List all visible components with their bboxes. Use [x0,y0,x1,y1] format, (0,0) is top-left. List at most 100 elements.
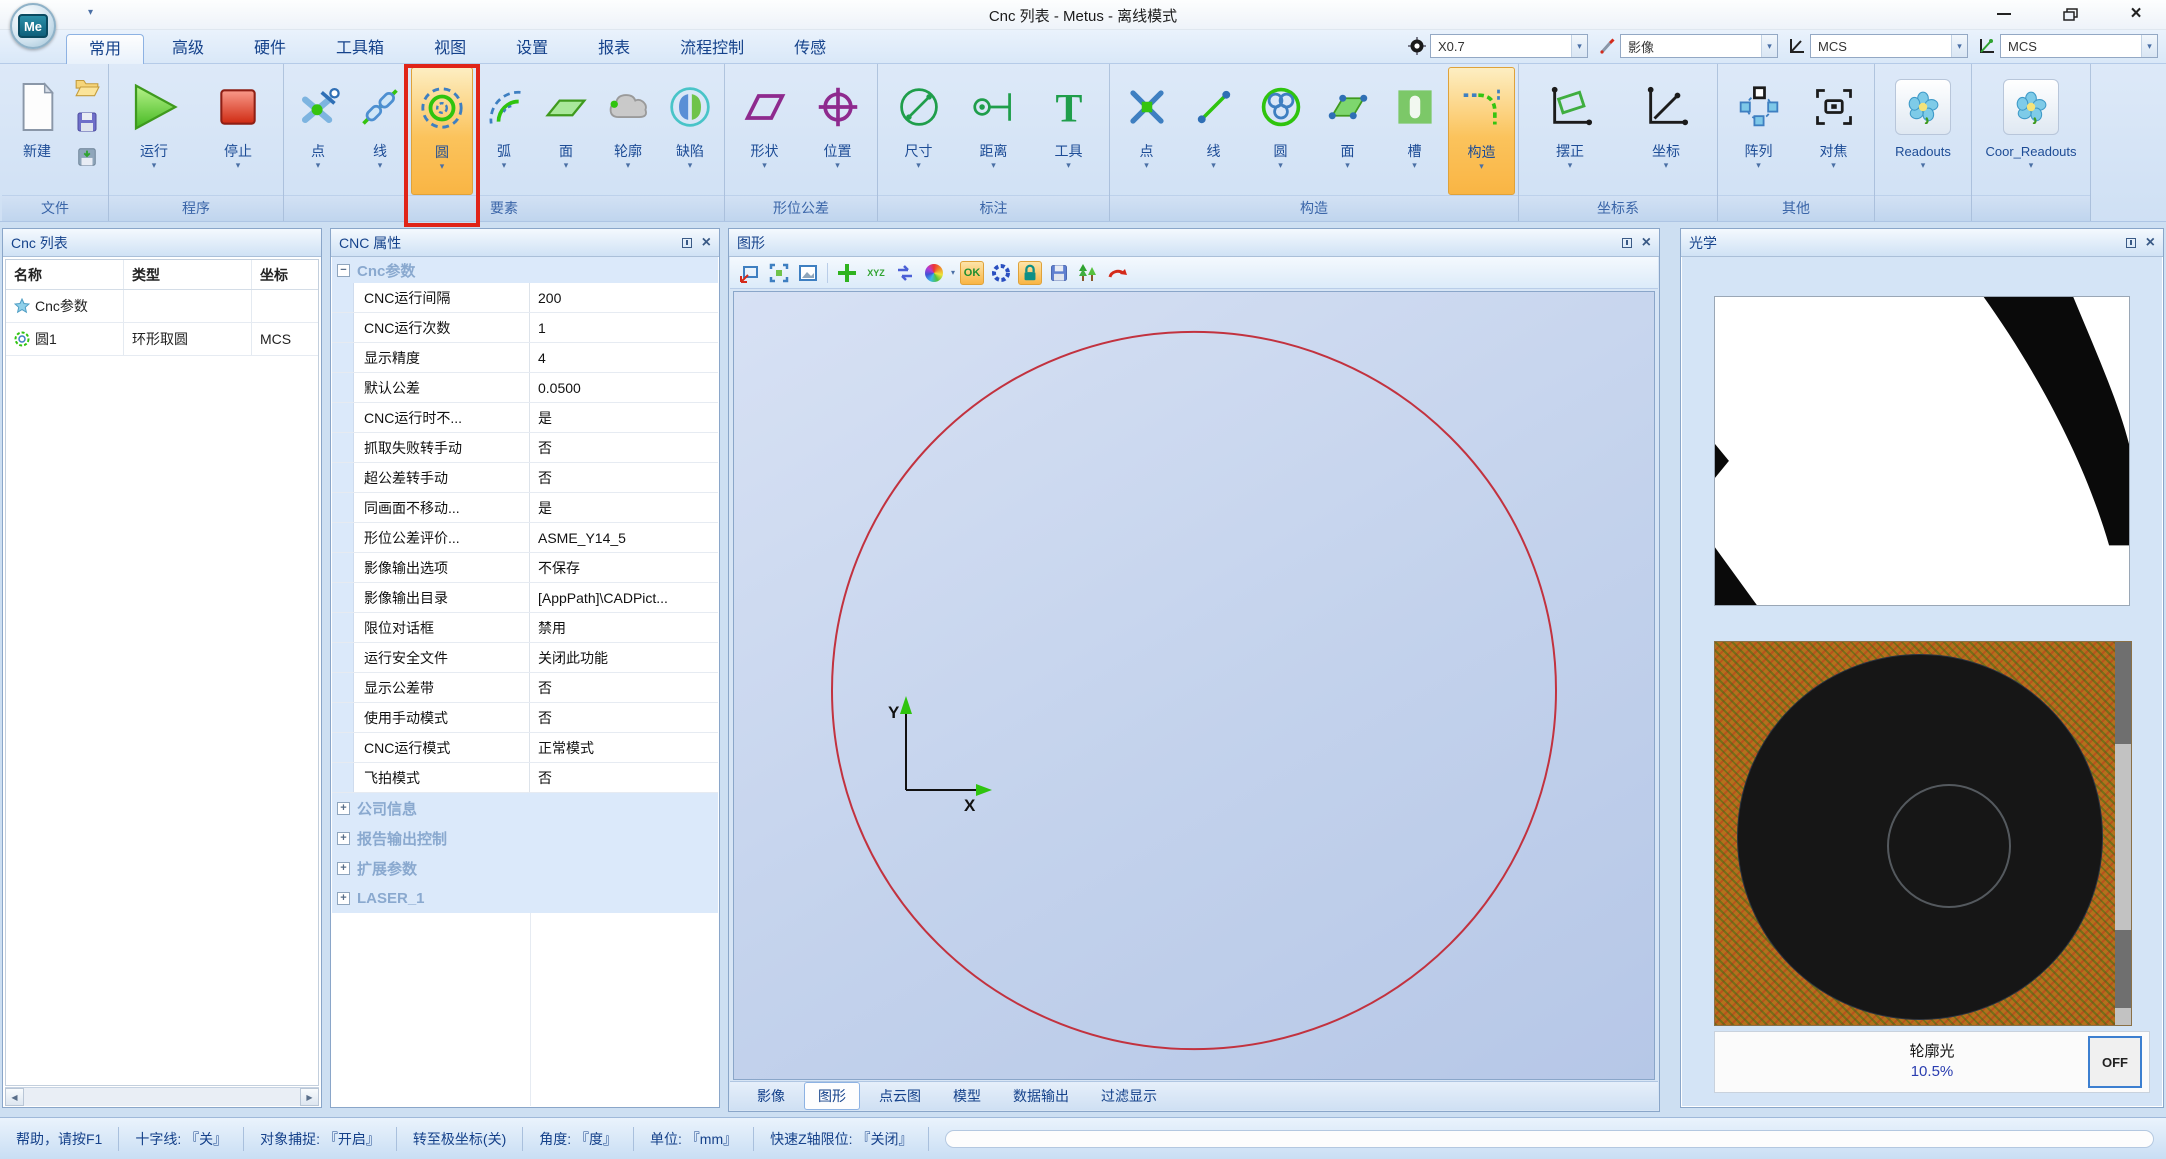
feature-arc-button[interactable]: 弧 ▾ [473,67,535,195]
tab-hardware[interactable]: 硬件 [232,34,308,64]
column-header-type[interactable]: 类型 [124,260,252,289]
run-button[interactable]: 运行 ▾ [112,67,196,195]
camera-scrollbar[interactable] [2115,642,2131,1025]
scroll-right-icon[interactable]: ▶ [300,1088,319,1106]
property-row[interactable]: 飞拍模式否 [332,763,718,793]
construct-line-button[interactable]: 线 ▾ [1180,67,1247,195]
property-row[interactable]: 显示公差带否 [332,673,718,703]
column-header-name[interactable]: 名称 [6,260,124,289]
property-row[interactable]: 显示精度4 [332,343,718,373]
tab-sensor[interactable]: 传感 [772,34,848,64]
property-row[interactable]: 默认公差0.0500 [332,373,718,403]
property-row[interactable]: 限位对话框禁用 [332,613,718,643]
close-button[interactable]: × [2118,2,2154,26]
minimize-button[interactable] [1986,2,2022,26]
pin-icon[interactable] [1622,238,1632,248]
status-angle-unit[interactable]: 角度: 『度』 [523,1127,634,1151]
property-group-collapsed[interactable]: + 扩展参数 [332,853,718,883]
tab-image-view[interactable]: 影像 [744,1083,798,1109]
scroll-left-icon[interactable]: ◀ [5,1088,24,1106]
gdt-position-button[interactable]: 位置 ▾ [801,67,874,195]
construct-plane-button[interactable]: 面 ▾ [1314,67,1381,195]
feature-profile-button[interactable]: 轮廓 ▾ [597,67,659,195]
scene-button[interactable] [1076,261,1100,285]
stop-button[interactable]: 停止 ▾ [196,67,280,195]
tab-home[interactable]: 常用 [66,34,144,64]
fit-view-button[interactable] [767,261,791,285]
restore-button[interactable] [2052,2,2088,26]
feature-point-button[interactable]: 点 ▾ [287,67,349,195]
status-length-unit[interactable]: 单位: 『mm』 [634,1127,754,1151]
distance-button[interactable]: 距离 ▾ [956,67,1031,195]
graphics-canvas[interactable]: Y X [733,291,1655,1080]
sensor-combo[interactable]: 影像▾ [1598,34,1778,58]
pin-icon[interactable] [682,238,692,248]
collapse-icon[interactable]: − [337,264,350,277]
property-row[interactable]: 形位公差评价...ASME_Y14_5 [332,523,718,553]
property-group-collapsed[interactable]: + LASER_1 [332,883,718,913]
property-row[interactable]: 影像输出选项不保存 [332,553,718,583]
status-z-limit[interactable]: 快速Z轴限位: 『关闭』 [754,1127,929,1151]
lock-button[interactable] [1018,261,1042,285]
tab-graphics-view[interactable]: 图形 [804,1082,860,1110]
construct-point-button[interactable]: 点 ▾ [1113,67,1180,195]
ok-button[interactable]: OK [960,261,984,285]
expand-icon[interactable]: + [337,832,350,845]
property-group-expanded[interactable]: − Cnc参数 [332,257,718,283]
scrollbar-thumb[interactable] [2115,930,2131,1008]
property-row[interactable]: CNC运行时不...是 [332,403,718,433]
save-view-button[interactable] [1047,261,1071,285]
feature-plane-button[interactable]: 面 ▾ [535,67,597,195]
feature-circle-button[interactable]: 圆 ▾ [411,67,473,195]
chevron-down-icon[interactable]: ▾ [1571,35,1587,57]
save-as-button[interactable] [73,143,101,171]
chevron-down-icon[interactable]: ▾ [1761,35,1777,57]
close-icon[interactable]: × [1642,236,1651,250]
tab-advanced[interactable]: 高级 [150,34,226,64]
expand-icon[interactable]: + [337,892,350,905]
property-row[interactable]: 使用手动模式否 [332,703,718,733]
light-off-button[interactable]: OFF [2088,1036,2142,1088]
property-row[interactable]: CNC运行模式正常模式 [332,733,718,763]
zoom-window-button[interactable] [738,261,762,285]
tab-toolbox[interactable]: 工具箱 [314,34,406,64]
table-row[interactable]: Cnc参数 [6,290,318,323]
coordsys2-combo[interactable]: MCS▾ [1978,34,2158,58]
property-group-collapsed[interactable]: + 报告输出控制 [332,823,718,853]
save-button[interactable] [73,108,101,136]
property-row[interactable]: CNC运行次数1 [332,313,718,343]
tab-model-view[interactable]: 模型 [940,1083,994,1109]
property-row[interactable]: 运行安全文件关闭此功能 [332,643,718,673]
feature-defect-button[interactable]: 缺陷 ▾ [659,67,721,195]
property-row[interactable]: 同画面不移动...是 [332,493,718,523]
construct-slot-button[interactable]: 槽 ▾ [1381,67,1448,195]
feature-line-button[interactable]: 线 ▾ [349,67,411,195]
tab-report[interactable]: 报表 [576,34,652,64]
readouts-button[interactable]: Readouts ▾ [1878,67,1968,195]
construct-circle-button[interactable]: 圆 ▾ [1247,67,1314,195]
property-row[interactable]: 超公差转手动否 [332,463,718,493]
chevron-down-icon[interactable]: ▾ [951,268,955,277]
status-crosshair[interactable]: 十字线: 『关』 [119,1127,244,1151]
gear-button[interactable] [989,261,1013,285]
xyz-readout-button[interactable]: XYZ [864,261,888,285]
property-row[interactable]: 影像输出目录[AppPath]\CADPict... [332,583,718,613]
pin-icon[interactable] [2126,238,2136,248]
open-button[interactable] [73,73,101,101]
status-polar-coord[interactable]: 转至极坐标(关) [397,1127,523,1151]
status-object-snap[interactable]: 对象捕捉: 『开启』 [244,1127,397,1151]
align-button[interactable]: 摆正 ▾ [1522,67,1618,195]
new-button[interactable]: 新建 [5,67,69,195]
chevron-down-icon[interactable]: ▾ [2141,35,2157,57]
focus-button[interactable]: 对焦 ▾ [1796,67,1871,195]
gdt-shape-button[interactable]: 形状 ▾ [728,67,801,195]
tab-view[interactable]: 视图 [412,34,488,64]
dimension-button[interactable]: 尺寸 ▾ [881,67,956,195]
camera-live-view[interactable] [1714,641,2132,1026]
redo-button[interactable] [1105,261,1129,285]
view-image-button[interactable] [796,261,820,285]
flip-view-button[interactable] [893,261,917,285]
coor-readouts-button[interactable]: Coor_Readouts ▾ [1975,67,2087,195]
expand-icon[interactable]: + [337,802,350,815]
add-point-button[interactable] [835,261,859,285]
